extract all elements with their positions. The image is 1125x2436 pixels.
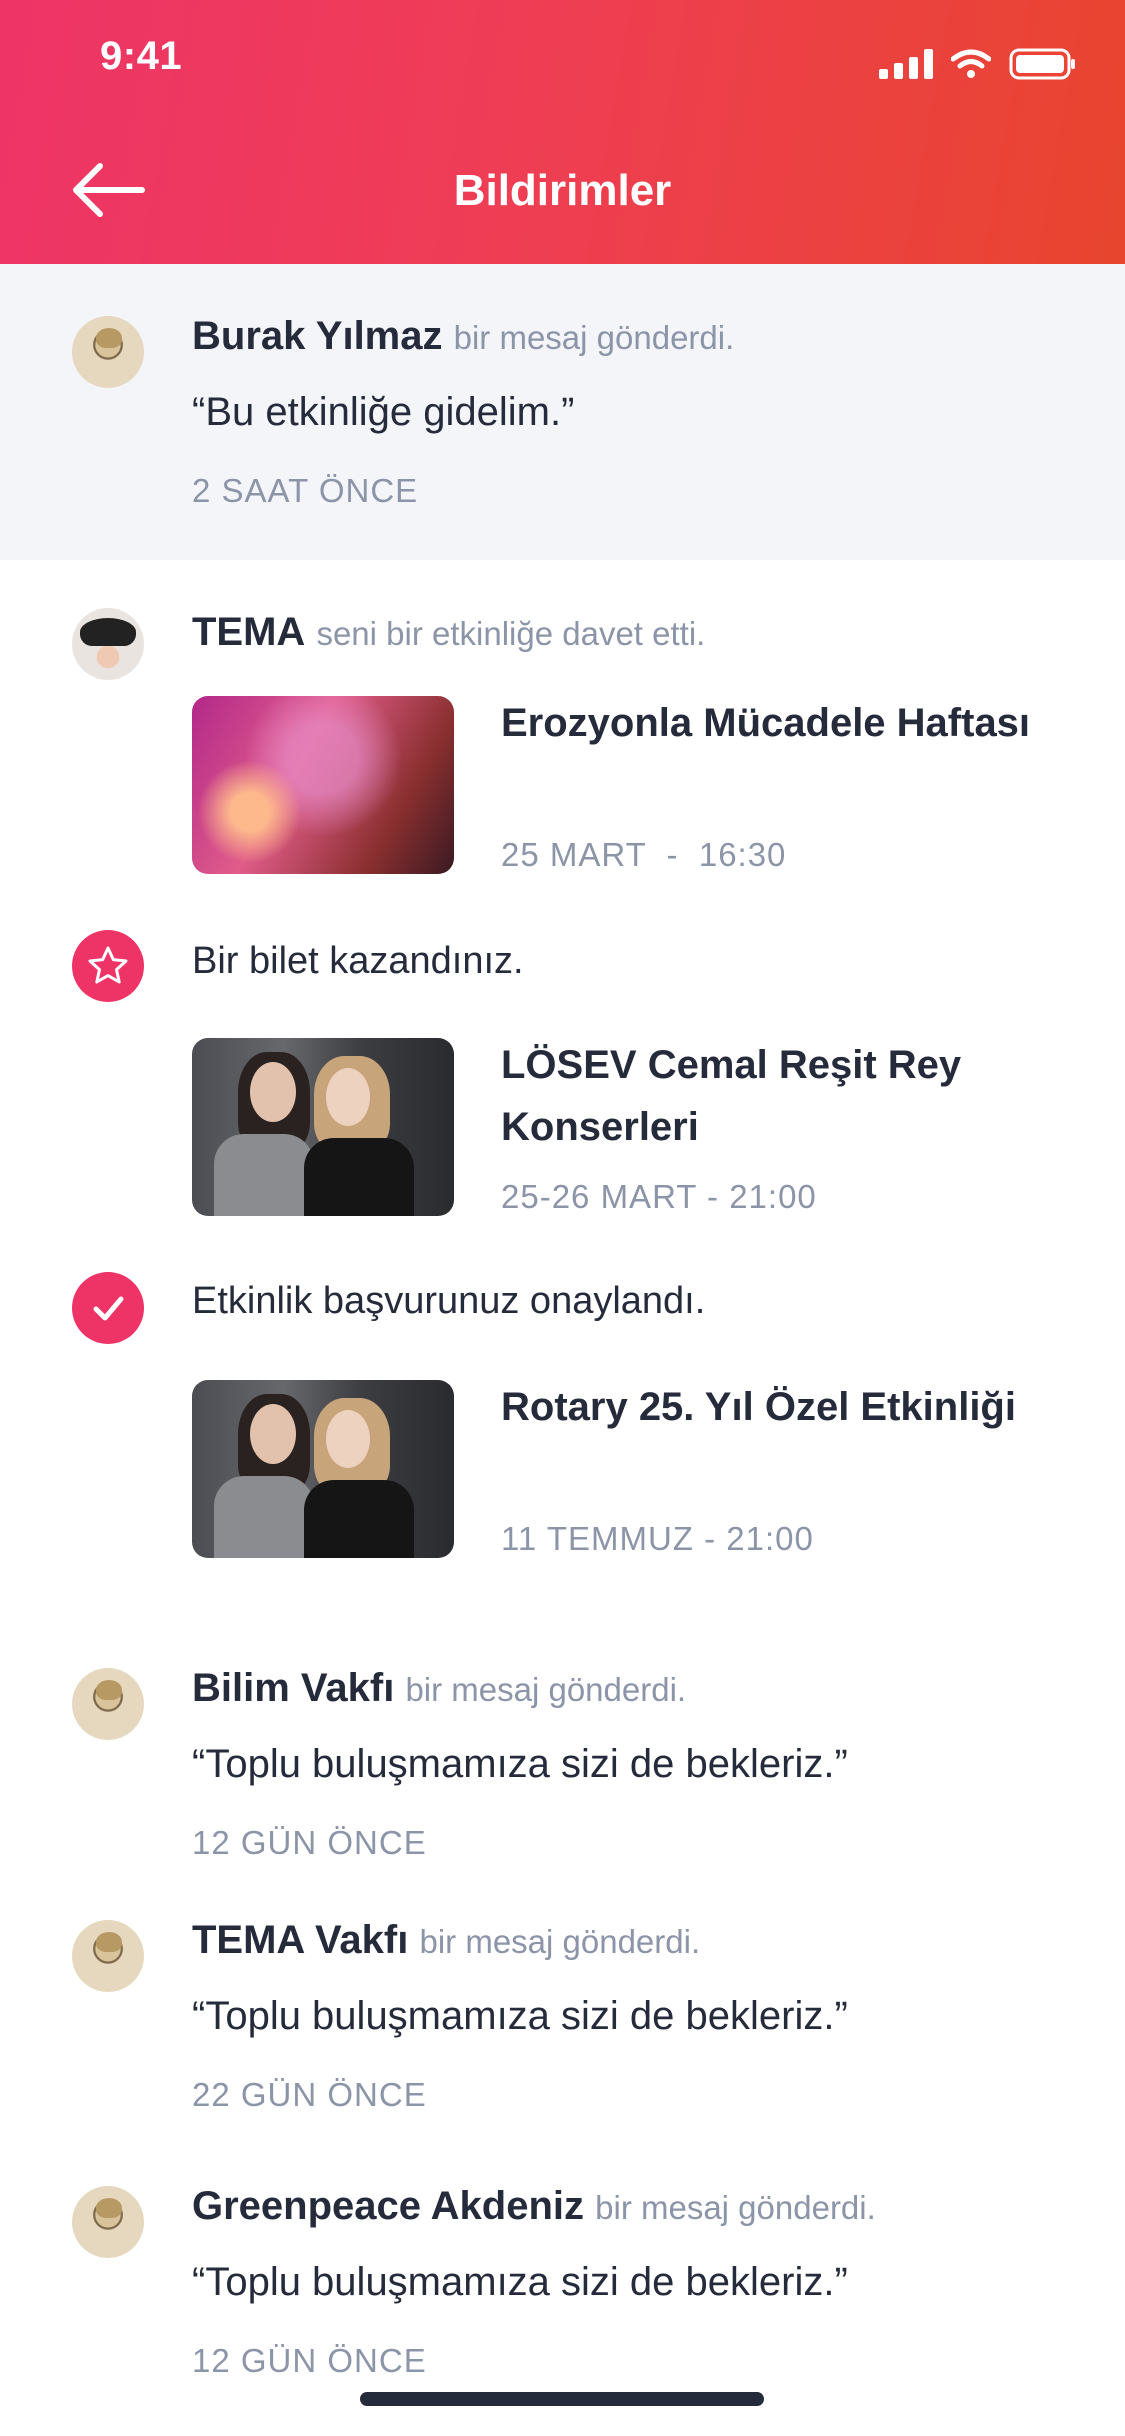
notification-item[interactable]: TEMA seni bir etkinliğe davet etti. Eroz… <box>0 560 1125 900</box>
notification-header: TEMA Vakfı bir mesaj gönderdi. <box>192 1918 700 1963</box>
message-quote: “Bu etkinliğe gidelim.” <box>192 390 575 434</box>
event-thumbnail[interactable] <box>192 696 454 874</box>
sender-name: TEMA Vakfı <box>192 1918 409 1962</box>
wifi-icon <box>951 49 991 78</box>
notification-action: bir mesaj gönderdi. <box>453 319 735 356</box>
event-title[interactable]: LÖSEV Cemal Reşit Rey Konserleri <box>501 1034 1061 1158</box>
timestamp: 12 GÜN ÖNCE <box>192 2342 427 2379</box>
notification-item[interactable]: Etkinlik başvurunuz onaylandı. Rotary 25… <box>0 1240 1125 1640</box>
notification-item[interactable]: Bir bilet kazandınız. LÖSEV Cemal Reşit … <box>0 900 1125 1240</box>
sender-name: TEMA <box>192 610 306 654</box>
notification-text: Etkinlik başvurunuz onaylandı. <box>192 1280 706 1322</box>
status-icons <box>879 44 1077 84</box>
signal-icon <box>879 49 933 79</box>
header-bar: 9:41 Bildirimler <box>0 0 1125 264</box>
check-icon <box>93 1296 124 1321</box>
notification-item[interactable]: Burak Yılmaz bir mesaj gönderdi. “Bu etk… <box>0 264 1125 560</box>
notification-header: Burak Yılmaz bir mesaj gönderdi. <box>192 314 734 359</box>
sender-name: Bilim Vakfı <box>192 1666 395 1710</box>
notification-action: bir mesaj gönderdi. <box>595 2189 876 2226</box>
message-quote: “Toplu buluşmamıza sizi de bekleriz.” <box>192 1742 848 1786</box>
notification-text: Bir bilet kazandınız. <box>192 940 524 982</box>
avatar <box>72 2186 144 2258</box>
avatar <box>72 1668 144 1740</box>
star-badge <box>72 930 144 1002</box>
status-time: 9:41 <box>100 34 183 78</box>
notification-item[interactable]: Bilim Vakfı bir mesaj gönderdi. “Toplu b… <box>0 1640 1125 1890</box>
timestamp: 2 SAAT ÖNCE <box>192 472 419 509</box>
avatar <box>72 608 144 680</box>
sender-name: Burak Yılmaz <box>192 314 443 358</box>
message-quote: “Toplu buluşmamıza sizi de bekleriz.” <box>192 1994 848 2038</box>
timestamp: 12 GÜN ÖNCE <box>192 1824 427 1861</box>
notification-item[interactable]: Greenpeace Akdeniz bir mesaj gönderdi. “… <box>0 2150 1125 2390</box>
notification-header: Bilim Vakfı bir mesaj gönderdi. <box>192 1666 686 1711</box>
event-date: 11 TEMMUZ - 21:00 <box>501 1520 814 1557</box>
battery-icon <box>1009 48 1075 80</box>
event-title[interactable]: Rotary 25. Yıl Özel Etkinliği <box>501 1376 1061 1438</box>
avatar <box>72 1920 144 1992</box>
notification-header: Greenpeace Akdeniz bir mesaj gönderdi. <box>192 2184 876 2229</box>
event-thumbnail[interactable] <box>192 1038 454 1216</box>
message-quote: “Toplu buluşmamıza sizi de bekleriz.” <box>192 2260 848 2304</box>
notification-item[interactable]: TEMA Vakfı bir mesaj gönderdi. “Toplu bu… <box>0 1890 1125 2150</box>
notification-action: seni bir etkinliğe davet etti. <box>316 615 706 652</box>
notification-header: TEMA seni bir etkinliğe davet etti. <box>192 610 705 655</box>
sender-name: Greenpeace Akdeniz <box>192 2184 585 2228</box>
event-thumbnail[interactable] <box>192 1380 454 1558</box>
home-indicator[interactable] <box>360 2392 764 2406</box>
event-date: 25 MART - 16:30 <box>501 836 787 873</box>
event-date: 25-26 MART - 21:00 <box>501 1178 817 1215</box>
timestamp: 22 GÜN ÖNCE <box>192 2076 427 2113</box>
star-icon <box>88 946 128 984</box>
event-title[interactable]: Erozyonla Mücadele Haftası <box>501 692 1061 754</box>
notification-action: bir mesaj gönderdi. <box>419 1923 701 1960</box>
avatar <box>72 316 144 388</box>
notification-action: bir mesaj gönderdi. <box>405 1671 687 1708</box>
page-title: Bildirimler <box>453 166 672 215</box>
check-badge <box>72 1272 144 1344</box>
